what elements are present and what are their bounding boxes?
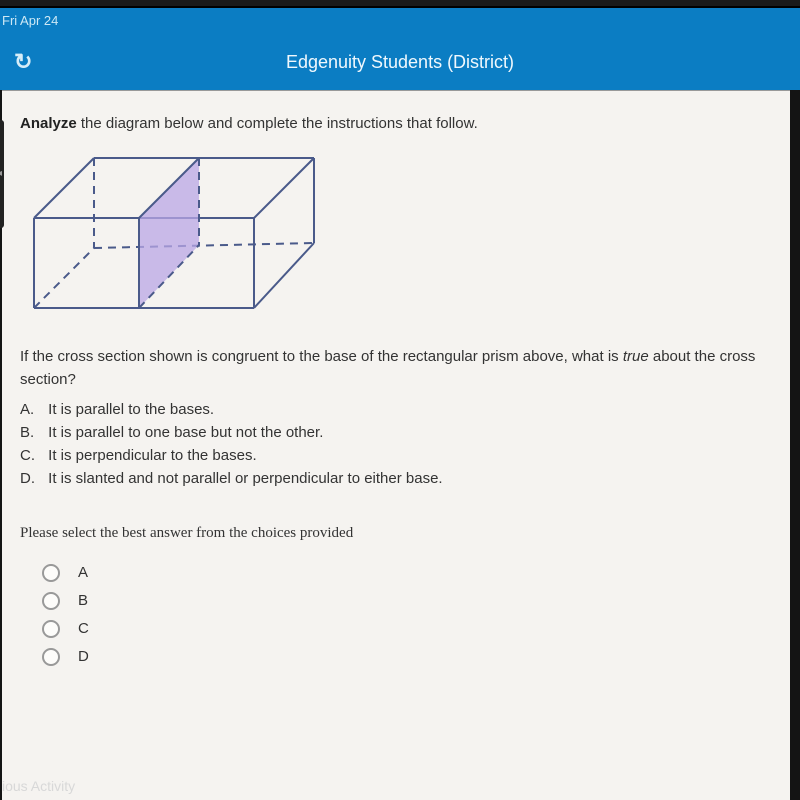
answer-row-d[interactable]: D bbox=[42, 648, 762, 666]
status-bar: Fri Apr 24 bbox=[0, 8, 800, 34]
quiz-content: Analyze the diagram below and complete t… bbox=[2, 90, 790, 800]
option-c-text: C. It is perpendicular to the bases. bbox=[20, 444, 762, 467]
question-stem: If the cross section shown is congruent … bbox=[20, 345, 762, 392]
select-prompt: Please select the best answer from the c… bbox=[20, 525, 762, 542]
radio-b[interactable] bbox=[42, 592, 60, 610]
option-b-text: B. It is parallel to one base but not th… bbox=[20, 421, 762, 444]
previous-activity-button[interactable]: ious Activity bbox=[2, 778, 75, 794]
answer-row-b[interactable]: B bbox=[42, 592, 762, 610]
side-expand-tab[interactable]: ◂ bbox=[0, 120, 4, 228]
option-d-text: D. It is slanted and not parallel or per… bbox=[20, 467, 762, 490]
chevron-left-icon: ◂ bbox=[0, 168, 2, 179]
tablet-frame: Fri Apr 24 ↻ Edgenuity Students (Distric… bbox=[0, 6, 800, 800]
answer-row-a[interactable]: A bbox=[42, 564, 762, 582]
page-title: Edgenuity Students (District) bbox=[0, 52, 800, 73]
answer-label-d: D bbox=[78, 648, 89, 665]
answer-choices: A B C D bbox=[42, 564, 762, 666]
radio-a[interactable] bbox=[42, 564, 60, 582]
prism-diagram bbox=[24, 148, 762, 323]
radio-c[interactable] bbox=[42, 620, 60, 638]
option-a-text: A. It is parallel to the bases. bbox=[20, 398, 762, 421]
answer-label-a: A bbox=[78, 564, 88, 581]
status-date: Fri Apr 24 bbox=[2, 13, 58, 28]
radio-d[interactable] bbox=[42, 648, 60, 666]
prism-svg bbox=[24, 148, 324, 318]
instruction-text: Analyze the diagram below and complete t… bbox=[20, 115, 762, 132]
answer-label-c: C bbox=[78, 620, 89, 637]
browser-nav-bar: ↻ Edgenuity Students (District) bbox=[0, 34, 800, 90]
answer-row-c[interactable]: C bbox=[42, 620, 762, 638]
answer-label-b: B bbox=[78, 592, 88, 609]
